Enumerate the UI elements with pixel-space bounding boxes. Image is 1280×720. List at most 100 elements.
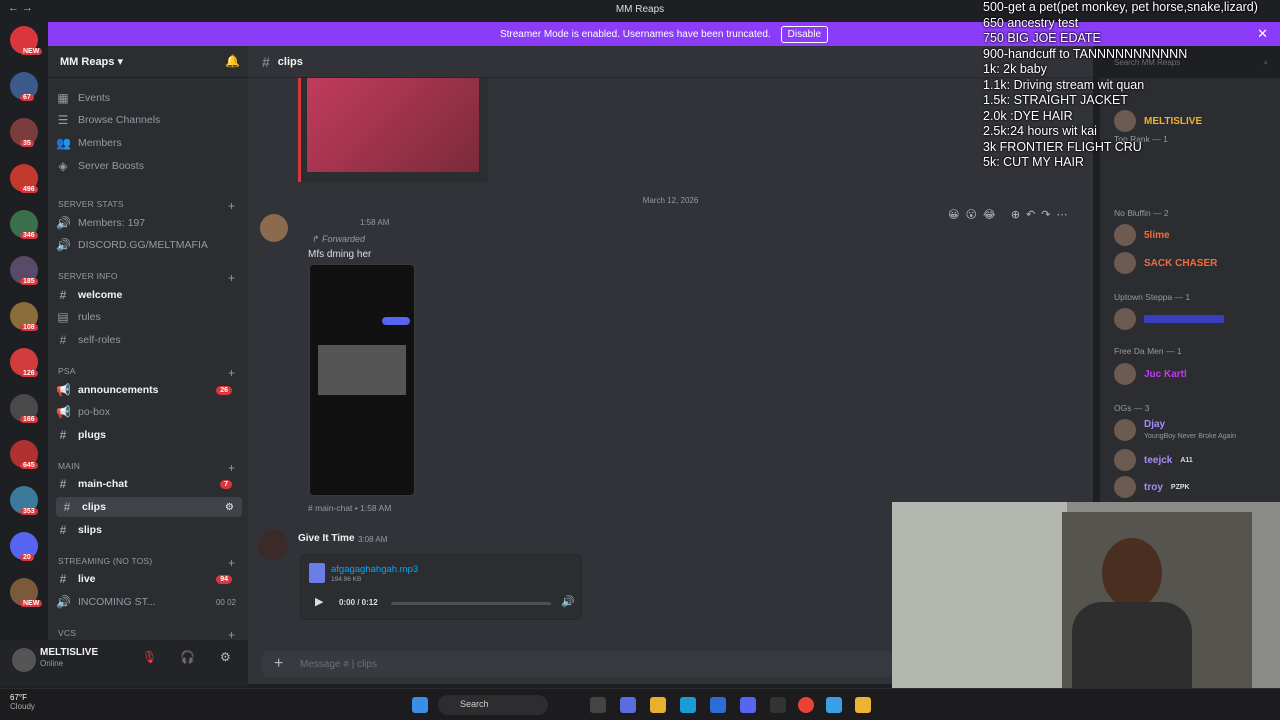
server-list: NEW 67 35 496 346 185 108 126 166 645 353 20 NEW: [0, 20, 48, 684]
speaker-icon: 🔊: [56, 238, 71, 252]
avatar: [1114, 419, 1136, 441]
store-icon[interactable]: [710, 697, 726, 713]
member-item[interactable]: Juc Kartl: [1114, 363, 1187, 385]
app-icon[interactable]: [770, 697, 786, 713]
weather-widget[interactable]: 67°F Cloudy: [10, 693, 35, 711]
speaker-icon: 🔊: [56, 595, 71, 609]
taskbar-search[interactable]: Search: [438, 695, 548, 715]
member-item[interactable]: troy PZPK: [1114, 476, 1190, 498]
avatar: [1114, 476, 1136, 498]
embed-image[interactable]: [298, 78, 488, 182]
mute-icon[interactable]: 🎙: [142, 650, 157, 664]
server-mention-badge: NEW: [20, 48, 43, 55]
audio-time: 0:00 / 0:12: [339, 598, 378, 607]
hash-icon: #: [59, 477, 67, 491]
add-channel-icon[interactable]: +: [228, 199, 235, 213]
add-channel-icon[interactable]: +: [228, 461, 235, 475]
category-psa[interactable]: PSA +: [58, 366, 235, 380]
avatar[interactable]: [12, 648, 36, 672]
forwarded-screenshot[interactable]: [309, 264, 415, 496]
megaphone-icon: 📢: [56, 383, 71, 397]
server-header[interactable]: MM Reaps ▾ 🔔: [48, 46, 248, 78]
add-channel-icon[interactable]: +: [228, 556, 235, 570]
member-item[interactable]: Djay YoungBoy Never Broke Again: [1114, 419, 1236, 441]
channel-header: # clips: [248, 46, 1093, 78]
edge-icon[interactable]: [680, 697, 696, 713]
channel-members-count[interactable]: 🔊 Members: 197: [56, 213, 145, 233]
disable-streamer-button[interactable]: Disable: [780, 25, 829, 43]
channel-rules[interactable]: ▤ rules: [56, 307, 100, 327]
forwarded-label: ↱ Forwarded: [312, 234, 366, 244]
sidebar-item-browse[interactable]: ☰ Browse Channels: [56, 110, 161, 130]
member-item[interactable]: teejck A11: [1114, 449, 1193, 471]
forward-origin[interactable]: # main-chat • 1:58 AM: [308, 503, 391, 513]
user-panel: MELTISLIVE Online 🎙 🎧 ⚙: [0, 640, 248, 686]
channel-incoming[interactable]: 🔊 INCOMING ST... 00 02: [56, 592, 242, 612]
channel-self-roles[interactable]: # self-roles: [56, 330, 121, 350]
channel-po-box[interactable]: 📢 po-box: [56, 402, 110, 422]
channel-slips[interactable]: # slips: [56, 520, 102, 540]
chrome-icon[interactable]: [798, 697, 814, 713]
settings-icon[interactable]: ⚙: [220, 650, 231, 664]
channel-announcements[interactable]: 📢 announcements 26: [56, 380, 242, 400]
windows-start-icon[interactable]: [412, 697, 428, 713]
gear-icon[interactable]: ⚙: [225, 502, 234, 513]
volume-icon[interactable]: 🔊: [561, 595, 575, 608]
channel-plugs[interactable]: # plugs: [56, 425, 106, 445]
folder-icon[interactable]: [650, 697, 666, 713]
category-streaming[interactable]: STREAMING (NO TOS) +: [58, 556, 235, 570]
add-channel-icon[interactable]: +: [228, 366, 235, 380]
add-channel-icon[interactable]: +: [228, 271, 235, 285]
app-icon[interactable]: [826, 697, 842, 713]
hash-icon: #: [59, 523, 67, 537]
message-text: Mfs dming her: [308, 249, 372, 260]
message-input[interactable]: + Message # | clips: [262, 651, 892, 677]
sidebar-item-members[interactable]: 👥 Members: [56, 133, 122, 153]
member-item[interactable]: SACK CHASER: [1114, 252, 1217, 274]
deafen-icon[interactable]: 🎧: [180, 650, 195, 664]
server-mention-badge: 645: [20, 462, 38, 469]
file-size: 194.96 KB: [331, 576, 362, 583]
category-server-info[interactable]: SERVER INFO +: [58, 271, 235, 285]
sidebar-item-boosts[interactable]: ◈ Server Boosts: [56, 156, 144, 176]
channel-clips[interactable]: # clips ⚙: [56, 497, 242, 517]
sidebar-item-events[interactable]: ▦ Events: [56, 88, 110, 108]
audio-attachment: afgagaghahgah.mp3 194.96 KB ▶ 0:00 / 0:1…: [300, 554, 582, 620]
boost-icon: ◈: [58, 159, 68, 173]
add-attachment-icon[interactable]: +: [274, 655, 283, 673]
channel-discord-link[interactable]: 🔊 DISCORD.GG/MELTMAFIA: [56, 235, 208, 255]
hash-icon: #: [59, 572, 67, 586]
avatar[interactable]: [258, 530, 288, 560]
member-item[interactable]: [1114, 308, 1224, 330]
unread-badge: 94: [216, 574, 232, 584]
member-item[interactable]: 5lime: [1114, 224, 1170, 246]
file-name[interactable]: afgagaghahgah.mp3: [331, 564, 418, 575]
avatar: [1114, 252, 1136, 274]
channel-main-chat[interactable]: # main-chat 7: [56, 474, 242, 494]
channel-live[interactable]: # live 94: [56, 569, 242, 589]
hash-icon: #: [63, 500, 71, 514]
server-mention-badge: 166: [20, 416, 38, 423]
category-vcs[interactable]: VCs +: [58, 628, 235, 642]
channel-title: clips: [277, 55, 303, 68]
hash-icon: #: [59, 333, 67, 347]
taskview-icon[interactable]: [590, 697, 606, 713]
discord-icon[interactable]: [740, 697, 756, 713]
server-mention-badge: 496: [20, 186, 38, 193]
copilot-icon[interactable]: [620, 697, 636, 713]
message-author[interactable]: Give It Time: [298, 533, 355, 544]
play-icon[interactable]: ▶: [315, 595, 323, 608]
message-time: 3:08 AM: [358, 535, 388, 544]
warning-icon[interactable]: [855, 697, 871, 713]
bell-icon[interactable]: 🔔: [225, 54, 240, 68]
username: MELTISLIVE: [40, 647, 99, 658]
avatar: [1114, 224, 1136, 246]
message-actions[interactable]: 😀😮😂 ⊕↶↷⋯: [948, 208, 1074, 221]
category-server-stats[interactable]: SERVER STATS +: [58, 199, 235, 213]
server-mention-badge: NEW: [20, 600, 43, 607]
audio-progress[interactable]: [391, 602, 551, 605]
avatar[interactable]: [260, 214, 288, 242]
channel-welcome[interactable]: # welcome: [56, 285, 123, 305]
unread-badge: 26: [216, 385, 232, 395]
category-main[interactable]: MAIN +: [58, 461, 235, 475]
